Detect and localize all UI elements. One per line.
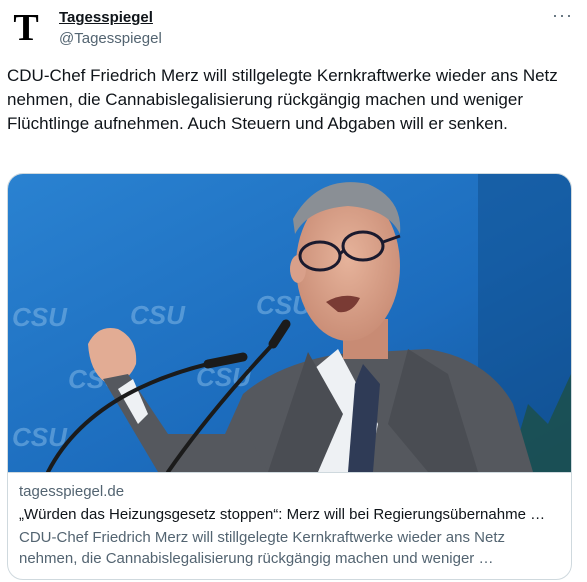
link-card[interactable]: CSU CSU CSU CSU CSU CSU tagesspiegel.de … xyxy=(7,173,572,580)
tweet: T Tagesspiegel @Tagesspiegel ··· CDU-Che… xyxy=(0,0,587,582)
card-title[interactable]: „Würden das Heizungsgesetz stoppen“: Mer… xyxy=(19,506,559,523)
tweet-text: CDU-Chef Friedrich Merz will stillgelegt… xyxy=(7,66,558,133)
card-domain: tagesspiegel.de xyxy=(19,483,125,500)
csu-backdrop-logo: CSU xyxy=(12,422,68,452)
more-options-icon[interactable]: ··· xyxy=(552,6,573,24)
author-handle[interactable]: @Tagesspiegel xyxy=(59,30,162,47)
article-photo[interactable]: CSU CSU CSU CSU CSU CSU xyxy=(8,174,571,472)
csu-backdrop-logo: CSU xyxy=(130,300,186,330)
avatar[interactable]: T xyxy=(6,8,46,48)
card-meta: tagesspiegel.de „Würden das Heizungsgese… xyxy=(8,472,571,579)
author-name[interactable]: Tagesspiegel xyxy=(59,9,153,26)
card-description: CDU-Chef Friedrich Merz will stillgelegt… xyxy=(19,529,505,567)
csu-backdrop-logo: CSU xyxy=(12,302,68,332)
tweet-header: T Tagesspiegel @Tagesspiegel ··· xyxy=(0,0,587,64)
